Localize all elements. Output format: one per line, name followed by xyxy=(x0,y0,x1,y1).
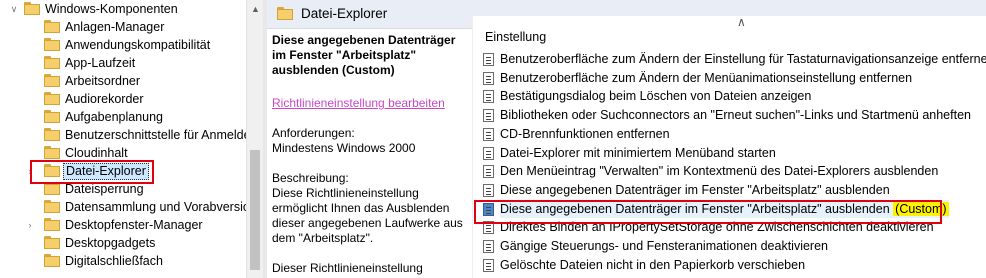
policy-label-text: Gelöschte Dateien nicht in den Papierkor… xyxy=(500,257,806,272)
policy-label: Gelöschte Dateien nicht in den Papierkor… xyxy=(500,256,805,274)
policy-setting-icon xyxy=(483,183,494,197)
policy-label: Bestätigungsdialog beim Löschen von Date… xyxy=(500,87,811,105)
tree-item[interactable]: Digitalschließfach xyxy=(0,252,246,270)
policy-label-text: Datei-Explorer mit minimiertem Menüband … xyxy=(500,145,776,160)
policy-label-text: Diese angegebenen Datenträger im Fenster… xyxy=(500,182,890,197)
policy-list: ∧ Einstellung Benutzeroberfläche zum Änd… xyxy=(472,15,986,278)
requirements-label: Anforderungen: xyxy=(272,126,355,140)
tree-item-label: Digitalschließfach xyxy=(65,254,163,268)
policy-label: Bibliotheken oder Suchconnectors an "Ern… xyxy=(500,106,971,124)
tree-item[interactable]: Desktopgadgets xyxy=(0,234,246,252)
tree-root[interactable]: ∨ Windows-Komponenten xyxy=(0,0,246,18)
policy-label: Diese angegebenen Datenträger im Fenster… xyxy=(500,181,890,199)
tree-item[interactable]: App-Laufzeit xyxy=(0,54,246,72)
policy-label: Den Menüeintrag "Verwalten" im Kontextme… xyxy=(500,162,938,180)
folder-icon xyxy=(44,56,60,69)
description-panel: Diese angegebenen Datenträger im Fenster… xyxy=(267,29,472,278)
policy-setting-icon xyxy=(483,53,494,66)
tree-item-label: Audiorekorder xyxy=(65,92,144,106)
highlight-frame xyxy=(474,200,942,224)
policy-label: CD-Brennfunktionen entfernen xyxy=(500,125,670,143)
folder-icon xyxy=(44,128,60,141)
policy-setting-icon xyxy=(483,127,494,141)
policy-label: Benutzeroberfläche zum Ändern der Menüan… xyxy=(500,69,912,87)
tree-item[interactable]: Benutzerschnittstelle für Anmelde xyxy=(0,126,246,144)
folder-icon xyxy=(44,74,60,87)
tree-item-label: Desktopfenster-Manager xyxy=(65,218,203,232)
policy-setting-icon xyxy=(483,165,494,179)
policy-label-text: CD-Brennfunktionen entfernen xyxy=(500,126,670,141)
tree-item-label: App-Laufzeit xyxy=(65,56,136,70)
policy-setting-icon xyxy=(483,109,494,123)
navigation-tree: ∨ Windows-Komponenten Anlagen-Manager Anw… xyxy=(0,0,246,278)
tree-item[interactable]: Arbeitsordner xyxy=(0,72,246,90)
folder-icon xyxy=(44,236,60,249)
policy-label-text: Benutzeroberfläche zum Ändern der Einste… xyxy=(500,52,986,66)
tree-item-label: Arbeitsordner xyxy=(65,74,141,88)
folder-icon xyxy=(277,7,293,20)
policy-setting-icon xyxy=(483,71,494,85)
detail-pane: Datei-Explorer Diese angegebenen Datentr… xyxy=(267,0,986,278)
tree-item[interactable]: › Desktopfenster-Manager xyxy=(0,216,246,234)
tree-item[interactable]: Anwendungskompatibilität xyxy=(0,36,246,54)
tree-item[interactable]: Audiorekorder xyxy=(0,90,246,108)
description-more: Dieser Richtlinieneinstellung xyxy=(272,261,423,275)
scrollbar-thumb[interactable] xyxy=(250,150,260,270)
folder-icon xyxy=(44,146,60,159)
description-label: Beschreibung: xyxy=(272,171,349,185)
scroll-up-icon[interactable]: ▲ xyxy=(251,4,260,14)
folder-icon xyxy=(44,92,60,105)
policy-setting-icon xyxy=(483,90,494,104)
tree-item-label: Datensammlung und Vorabversion xyxy=(65,200,246,214)
tree-item-label: Aufgabenplanung xyxy=(65,110,164,124)
tree-item-label: Anlagen-Manager xyxy=(65,20,165,34)
policy-title: Diese angegebenen Datenträger im Fenster… xyxy=(272,33,456,77)
column-header-setting[interactable]: Einstellung xyxy=(485,30,546,44)
category-title: Datei-Explorer xyxy=(301,6,388,21)
policy-label: Benutzeroberfläche zum Ändern der Einste… xyxy=(500,50,986,68)
policy-label-text: Bibliotheken oder Suchconnectors an "Ern… xyxy=(500,108,971,123)
policy-label-text: Den Menüeintrag "Verwalten" im Kontextme… xyxy=(500,164,939,179)
highlight-frame xyxy=(30,160,154,184)
tree-root-label: Windows-Komponenten xyxy=(45,2,178,16)
policy-label-text: Benutzeroberfläche zum Ändern der Menüan… xyxy=(500,70,913,85)
policy-setting-icon xyxy=(483,146,494,160)
tree-item-label: Anwendungskompatibilität xyxy=(65,38,211,52)
tree-item[interactable]: Aufgabenplanung xyxy=(0,108,246,126)
tree-item[interactable]: Anlagen-Manager xyxy=(0,18,246,36)
folder-icon xyxy=(44,110,60,123)
folder-icon xyxy=(24,2,40,15)
description-text: Diese Richtlinieneinstellung ermöglicht … xyxy=(272,186,463,245)
sort-up-icon: ∧ xyxy=(737,15,746,29)
tree-item[interactable]: Datensammlung und Vorabversion xyxy=(0,198,246,216)
chevron-down-icon[interactable]: ∨ xyxy=(9,0,19,18)
edit-policy-link[interactable]: Richtlinieneinstellung bearbeiten xyxy=(272,96,472,111)
folder-icon xyxy=(44,254,60,267)
folder-icon xyxy=(44,20,60,33)
tree-item-label: Benutzerschnittstelle für Anmelde xyxy=(65,128,246,142)
policy-label: Gängige Steuerungs- und Fensteranimation… xyxy=(500,237,828,255)
chevron-right-icon[interactable]: › xyxy=(25,216,35,234)
tree-item-label: Desktopgadgets xyxy=(65,236,156,250)
requirements-value: Mindestens Windows 2000 xyxy=(272,141,416,155)
policy-label: Datei-Explorer mit minimiertem Menüband … xyxy=(500,144,776,162)
folder-icon xyxy=(44,218,60,231)
folder-icon xyxy=(44,38,60,51)
policy-label-text: Gängige Steuerungs- und Fensteranimation… xyxy=(500,239,828,253)
policy-setting-icon xyxy=(483,240,494,253)
tree-scrollbar[interactable]: ▲ xyxy=(246,0,264,278)
folder-icon xyxy=(44,200,60,213)
policy-setting-icon xyxy=(483,258,494,272)
policy-label-text: Bestätigungsdialog beim Löschen von Date… xyxy=(500,89,812,104)
